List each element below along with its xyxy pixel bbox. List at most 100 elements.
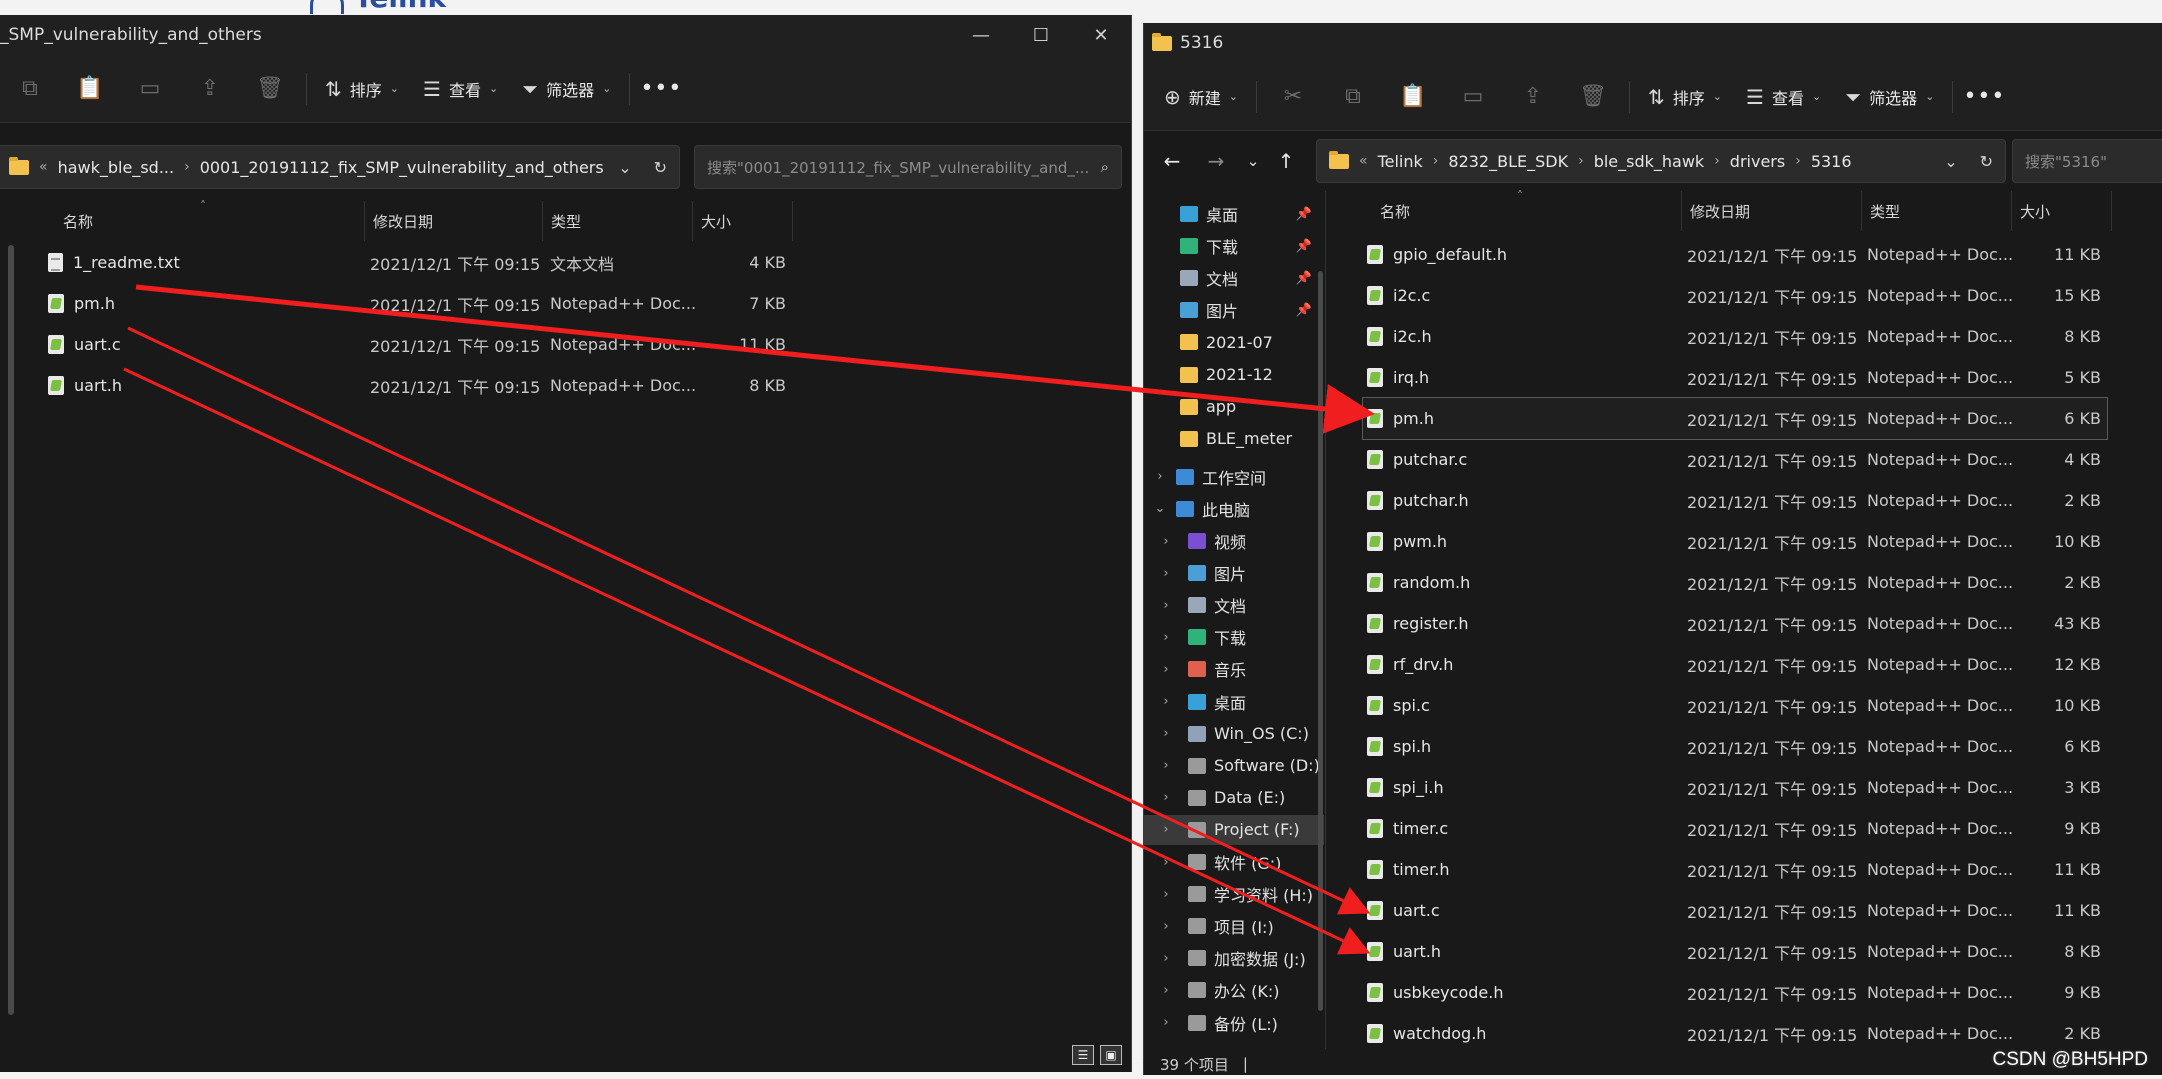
nav-item[interactable]: BLE_meter — [1144, 424, 1324, 454]
file-row[interactable]: spi_i.h 2021/12/1 下午 09:15 Notepad++ Doc..… — [1363, 767, 2107, 808]
more-options-button[interactable]: ••• — [636, 67, 686, 111]
expand-chevron-icon[interactable]: ⌄ — [1152, 501, 1168, 516]
share-icon[interactable]: ⇪ — [180, 67, 240, 111]
file-row[interactable]: gpio_default.h 2021/12/1 下午 09:15 Notepad+… — [1363, 234, 2107, 275]
delete-icon[interactable]: 🗑 — [1563, 75, 1623, 119]
expand-chevron-icon[interactable]: › — [1152, 469, 1168, 484]
forward-arrow-icon[interactable]: → — [1194, 139, 1238, 183]
file-row[interactable]: i2c.c 2021/12/1 下午 09:15 Notepad++ Doc... 1… — [1363, 275, 2107, 316]
nav-item[interactable]: 2021-07 — [1144, 327, 1324, 357]
nav-item[interactable]: › 办公 (K:) — [1144, 975, 1324, 1005]
left-scrollbar[interactable] — [8, 245, 14, 1015]
nav-item[interactable]: 图片 📌 — [1144, 295, 1324, 325]
file-row[interactable]: register.h 2021/12/1 下午 09:15 Notepad++ Do… — [1363, 603, 2107, 644]
file-row[interactable]: spi.c 2021/12/1 下午 09:15 Notepad++ Doc... 1… — [1363, 685, 2107, 726]
nav-item[interactable]: › 音乐 — [1144, 654, 1324, 684]
expand-chevron-icon[interactable]: › — [1158, 694, 1174, 709]
nav-item[interactable]: › 文档 — [1144, 590, 1324, 620]
sort-button[interactable]: ⇅ 排序 ⌄ — [313, 67, 411, 111]
nav-item[interactable]: › 图片 — [1144, 558, 1324, 588]
copy-icon[interactable]: ⧉ — [0, 67, 60, 111]
breadcrumb-item[interactable]: 8232_BLE_SDK — [1448, 152, 1568, 171]
column-date[interactable]: 修改日期 — [365, 201, 543, 241]
expand-chevron-icon[interactable]: › — [1158, 822, 1174, 837]
breadcrumb-item[interactable]: hawk_ble_sd... — [58, 158, 175, 177]
right-address-bar[interactable]: « Telink › 8232_BLE_SDK › ble_sdk_hawk ›… — [1316, 139, 2006, 183]
filter-button[interactable]: ⏷ 筛选器 ⌄ — [1833, 75, 1946, 119]
right-search-input[interactable]: 搜索"5316" — [2012, 139, 2162, 183]
sort-button[interactable]: ⇅ 排序 ⌄ — [1636, 75, 1734, 119]
history-dropdown-icon[interactable]: ⌄ — [1944, 152, 1957, 171]
rename-icon[interactable]: ▭ — [1443, 75, 1503, 119]
file-row[interactable]: i2c.h 2021/12/1 下午 09:15 Notepad++ Doc... 8… — [1363, 316, 2107, 357]
file-row[interactable]: random.h 2021/12/1 下午 09:15 Notepad++ Doc.… — [1363, 562, 2107, 603]
column-name[interactable]: 名称 ˄ — [55, 199, 365, 241]
view-button[interactable]: ☰ 查看 ⌄ — [411, 67, 510, 111]
nav-item[interactable]: 桌面 📌 — [1144, 199, 1324, 229]
expand-chevron-icon[interactable]: › — [1158, 726, 1174, 741]
back-arrow-icon[interactable]: ← — [1150, 139, 1194, 183]
expand-chevron-icon[interactable]: › — [1158, 630, 1174, 645]
file-row[interactable]: uart.h 2021/12/1 下午 09:15 Notepad++ Doc...… — [48, 365, 786, 406]
nav-item[interactable]: › 下载 — [1144, 622, 1324, 652]
nav-item[interactable]: › 视频 — [1144, 526, 1324, 556]
recent-locations-icon[interactable]: ⌄ — [1238, 139, 1268, 183]
expand-chevron-icon[interactable]: › — [1158, 855, 1174, 870]
file-row[interactable]: pm.h 2021/12/1 下午 09:15 Notepad++ Doc... 6 … — [1362, 397, 2108, 440]
file-row[interactable]: 1_readme.txt 2021/12/1 下午 09:15 文本文档 4 KB — [48, 242, 786, 283]
expand-chevron-icon[interactable]: › — [1158, 887, 1174, 902]
expand-chevron-icon[interactable]: › — [1158, 1015, 1174, 1030]
column-name[interactable]: 名称 ˄ — [1372, 189, 1682, 231]
details-view-icon[interactable]: ☰ — [1072, 1045, 1094, 1065]
copy-icon[interactable]: ⧉ — [1323, 75, 1383, 119]
expand-chevron-icon[interactable]: › — [1158, 598, 1174, 613]
expand-chevron-icon[interactable]: › — [1158, 662, 1174, 677]
nav-item[interactable]: › 桌面 — [1144, 687, 1324, 717]
nav-scrollbar[interactable] — [1318, 271, 1323, 1011]
cut-icon[interactable]: ✂ — [1263, 75, 1323, 119]
expand-chevron-icon[interactable]: › — [1158, 566, 1174, 581]
file-row[interactable]: pwm.h 2021/12/1 下午 09:15 Notepad++ Doc... 1… — [1363, 521, 2107, 562]
view-button[interactable]: ☰ 查看 ⌄ — [1734, 75, 1833, 119]
left-address-bar[interactable]: « hawk_ble_sd... › 0001_20191112_fix_SMP… — [0, 145, 680, 189]
file-row[interactable]: spi.h 2021/12/1 下午 09:15 Notepad++ Doc... 6… — [1363, 726, 2107, 767]
share-icon[interactable]: ⇪ — [1503, 75, 1563, 119]
breadcrumb-item[interactable]: 5316 — [1811, 152, 1852, 171]
file-row[interactable]: putchar.c 2021/12/1 下午 09:15 Notepad++ Doc… — [1363, 439, 2107, 480]
more-options-button[interactable]: ••• — [1959, 75, 2009, 119]
breadcrumb-item[interactable]: ble_sdk_hawk — [1594, 152, 1705, 171]
nav-item[interactable]: › Project (F:) — [1144, 814, 1324, 845]
expand-chevron-icon[interactable]: › — [1158, 790, 1174, 805]
expand-chevron-icon[interactable]: › — [1158, 983, 1174, 998]
file-row[interactable]: timer.h 2021/12/1 下午 09:15 Notepad++ Doc..… — [1363, 849, 2107, 890]
nav-item[interactable]: › 备份 (L:) — [1144, 1008, 1324, 1038]
expand-chevron-icon[interactable]: › — [1158, 758, 1174, 773]
file-row[interactable]: irq.h 2021/12/1 下午 09:15 Notepad++ Doc... 5… — [1363, 357, 2107, 398]
nav-item[interactable]: › Software (D:) — [1144, 751, 1324, 781]
left-search-input[interactable]: 搜索"0001_20191112_fix_SMP_vulnerability_a… — [694, 145, 1122, 189]
refresh-icon[interactable]: ↻ — [654, 158, 667, 177]
delete-icon[interactable]: 🗑 — [240, 67, 300, 111]
nav-item[interactable]: › 软件 (G:) — [1144, 847, 1324, 877]
nav-item[interactable]: › 学习资料 (H:) — [1144, 879, 1324, 909]
file-row[interactable]: timer.c 2021/12/1 下午 09:15 Notepad++ Doc..… — [1363, 808, 2107, 849]
nav-item[interactable]: › Win_OS (C:) — [1144, 719, 1324, 749]
paste-icon[interactable]: 📋 — [60, 67, 120, 111]
history-dropdown-icon[interactable]: ⌄ — [618, 158, 631, 177]
expand-chevron-icon[interactable]: › — [1158, 951, 1174, 966]
tiles-view-icon[interactable]: ▣ — [1100, 1045, 1122, 1065]
close-button[interactable]: ✕ — [1071, 15, 1131, 55]
column-size[interactable]: 大小 — [2012, 191, 2112, 231]
file-row[interactable]: watchdog.h 2021/12/1 下午 09:15 Notepad++ Do… — [1363, 1013, 2107, 1054]
nav-item[interactable]: › 工作空间 — [1144, 462, 1324, 492]
breadcrumb-item[interactable]: Telink — [1378, 152, 1423, 171]
file-row[interactable]: pm.h 2021/12/1 下午 09:15 Notepad++ Doc... 7 … — [48, 283, 786, 324]
nav-item[interactable]: ⌄ 此电脑 — [1144, 494, 1324, 524]
expand-chevron-icon[interactable]: › — [1158, 534, 1174, 549]
nav-item[interactable]: 下载 📌 — [1144, 231, 1324, 261]
nav-item[interactable]: 2021-12 — [1144, 360, 1324, 390]
nav-item[interactable]: › Data (E:) — [1144, 783, 1324, 813]
nav-item[interactable]: app — [1144, 392, 1324, 422]
expand-chevron-icon[interactable]: › — [1158, 919, 1174, 934]
up-arrow-icon[interactable]: ↑ — [1268, 139, 1304, 183]
